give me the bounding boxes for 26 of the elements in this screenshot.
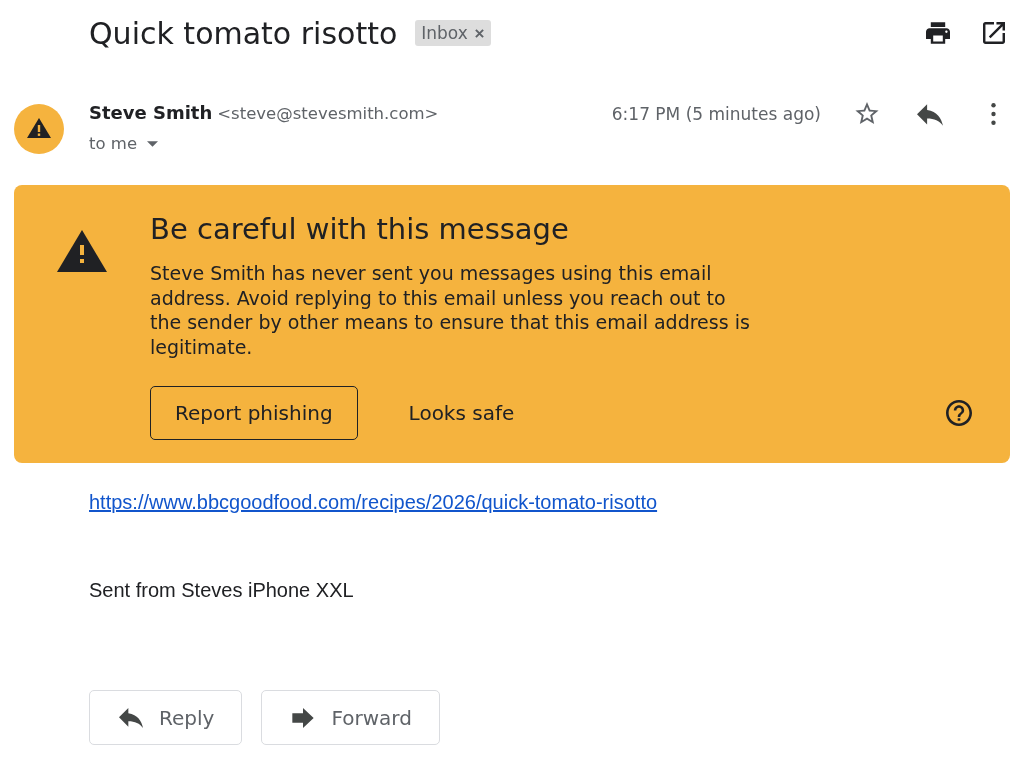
received-time: 6:17 PM (5 minutes ago) <box>611 104 821 124</box>
sender-name: Steve Smith <box>89 102 213 123</box>
report-phishing-button[interactable]: Report phishing <box>150 385 358 440</box>
star-icon[interactable] <box>855 102 879 124</box>
more-options-icon[interactable] <box>991 103 996 125</box>
open-in-new-window-icon[interactable] <box>983 22 1005 44</box>
reply-footer-button[interactable]: Reply <box>89 690 243 745</box>
warning-avatar-icon <box>14 104 64 154</box>
warning-title: Be careful with this message <box>150 211 569 247</box>
looks-safe-button[interactable]: Looks safe <box>398 385 525 440</box>
warning-triangle-icon <box>57 230 107 272</box>
print-icon[interactable] <box>926 22 950 44</box>
forward-button[interactable]: Forward <box>261 690 440 745</box>
reply-arrow-icon <box>119 707 143 728</box>
sender-email: <steve@stevesmith.com> <box>217 104 439 123</box>
email-subject: Quick tomato risotto <box>89 15 398 51</box>
email-signature: Sent from Steves iPhone XXL <box>89 579 354 602</box>
caret-down-icon <box>147 140 159 147</box>
reply-icon[interactable] <box>917 104 943 126</box>
right-arrow-icon <box>291 707 316 728</box>
recipient-details-toggle[interactable]: to me <box>89 134 159 153</box>
remove-label-icon[interactable] <box>474 28 484 38</box>
recipe-link[interactable]: https://www.bbcgoodfood.com/recipes/2026/quick-tomato-risotto <box>89 491 658 514</box>
warning-message: Steve Smith has never sent you messages using this email address. Avoid replying to this email unless you reach out to the sender by other means to ensure that this email address is legitimate. <box>150 261 751 360</box>
help-icon[interactable] <box>946 399 972 426</box>
label-chip[interactable]: Inbox <box>415 20 491 46</box>
